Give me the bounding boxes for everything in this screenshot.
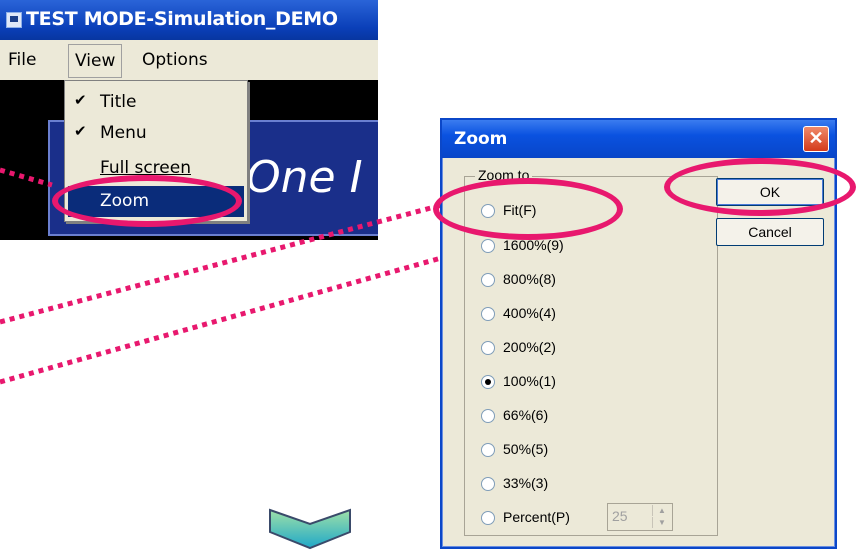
radio-label: 100%(1) — [503, 373, 556, 389]
menu-item-label: Title — [100, 92, 137, 112]
dialog-title: Zoom — [454, 129, 508, 149]
menu-view[interactable]: View — [68, 44, 123, 78]
radio-button[interactable] — [481, 409, 495, 423]
checkmark-icon: ✔ — [74, 91, 87, 109]
radio-button[interactable] — [481, 341, 495, 355]
radio-label: 33%(3) — [503, 475, 549, 491]
spin-up-icon[interactable]: ▲ — [652, 505, 671, 516]
radio-button[interactable] — [481, 477, 495, 491]
radio-button[interactable] — [481, 443, 495, 457]
radio-label: 66%(6) — [503, 407, 549, 423]
radio-label: 50%(5) — [503, 441, 549, 457]
banner-text: One I — [246, 152, 363, 203]
radio-button[interactable] — [481, 511, 495, 525]
radio-button-checked[interactable] — [481, 375, 495, 389]
spin-down-icon[interactable]: ▼ — [652, 517, 671, 528]
radio-button[interactable] — [481, 239, 495, 253]
highlight-fit-option — [433, 178, 623, 240]
close-icon[interactable]: ✕ — [803, 126, 829, 152]
percent-value[interactable]: 25 — [612, 508, 628, 524]
app-titlebar: TEST MODE-Simulation_DEMO — [0, 0, 378, 40]
percent-stepper[interactable]: 25 ▲ ▼ — [607, 503, 673, 531]
radio-label: 400%(4) — [503, 305, 556, 321]
menu-item-label: Menu — [100, 123, 147, 143]
menu-bar: File View Options — [0, 40, 378, 80]
menu-file[interactable]: File — [8, 50, 36, 70]
chevron-down-icon — [269, 508, 351, 550]
radio-button[interactable] — [481, 273, 495, 287]
radio-label: Percent(P) — [503, 509, 570, 525]
radio-button[interactable] — [481, 307, 495, 321]
highlight-ok-button — [664, 158, 856, 216]
menu-item-menu[interactable]: ✔ Menu — [68, 118, 244, 149]
radio-label: 200%(2) — [503, 339, 556, 355]
menu-item-title[interactable]: ✔ Title — [68, 87, 244, 118]
dialog-titlebar: Zoom ✕ — [442, 120, 835, 158]
menu-options[interactable]: Options — [142, 50, 208, 70]
app-title: TEST MODE-Simulation_DEMO — [26, 8, 338, 30]
checkmark-icon: ✔ — [74, 122, 87, 140]
highlight-zoom-menu — [52, 175, 242, 227]
cancel-button[interactable]: Cancel — [716, 218, 824, 246]
app-icon — [6, 12, 22, 28]
radio-label: 800%(8) — [503, 271, 556, 287]
